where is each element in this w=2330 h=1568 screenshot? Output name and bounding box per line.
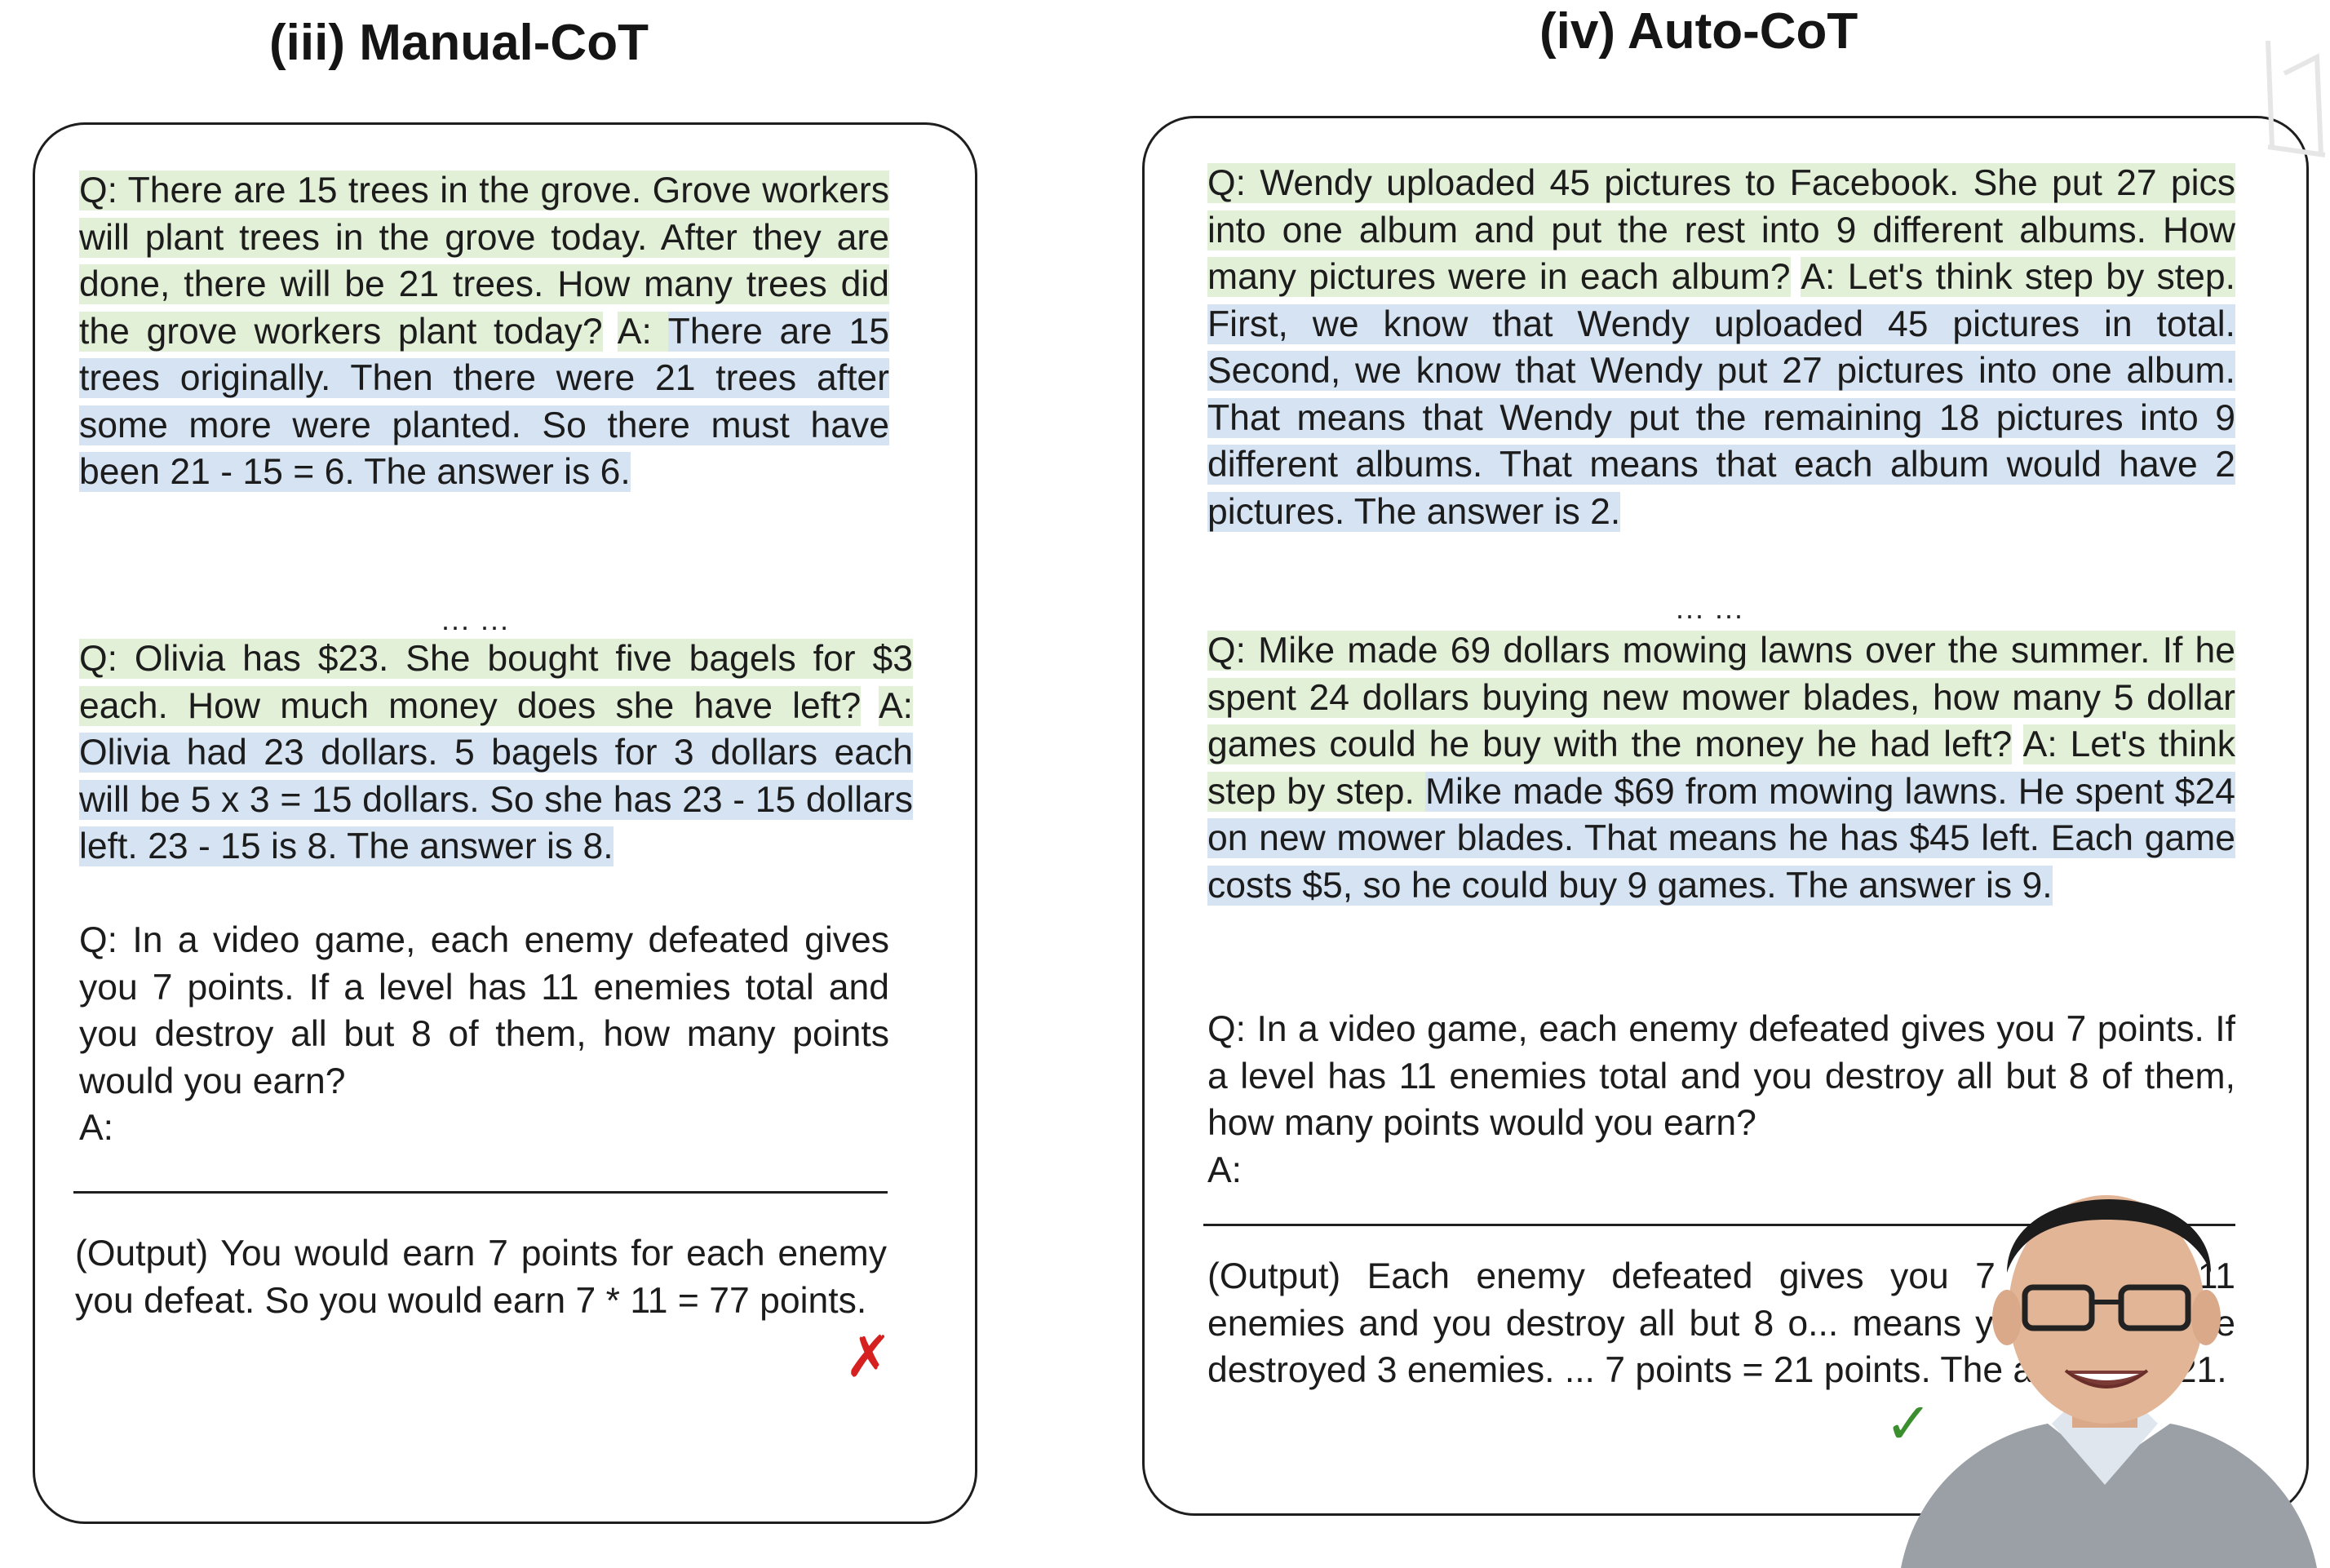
test-question-text: Q: In a video game, each enemy defeated …	[79, 920, 889, 1101]
auto-cot-example-2: Q: Mike made 69 dollars mowing lawns ove…	[1207, 627, 2235, 909]
watermark-logo-icon	[2266, 40, 2326, 157]
example-question: Q: Olivia has $23. She bought five bagel…	[79, 639, 913, 726]
presenter-webcam-overlay	[1885, 1142, 2330, 1568]
test-answer-prefix: A:	[79, 1108, 114, 1148]
test-answer-prefix: A:	[1207, 1149, 1243, 1190]
auto-cot-example-1: Q: Wendy uploaded 45 pictures to Faceboo…	[1207, 160, 2235, 535]
answer-prefix: A:	[878, 685, 913, 726]
output-divider	[73, 1191, 888, 1194]
presenter-avatar-icon	[1901, 1195, 2317, 1568]
omission-ellipsis: ... ...	[1676, 591, 1745, 625]
manual-cot-example-1: Q: There are 15 trees in the grove. Grov…	[79, 167, 889, 496]
wrong-mark-icon: ✗	[844, 1325, 893, 1389]
manual-cot-example-2: Q: Olivia has $23. She bought five bagel…	[79, 636, 913, 870]
example-rationale: First, we know that Wendy uploaded 45 pi…	[1207, 303, 2235, 532]
omission-ellipsis: ... ...	[441, 603, 511, 636]
auto-cot-title: (iv) Auto-CoT	[1539, 3, 1858, 60]
example-rationale: Olivia had 23 dollars. 5 bagels for 3 do…	[79, 733, 913, 866]
answer-prefix: A:	[617, 311, 668, 352]
manual-cot-test-question: Q: In a video game, each enemy defeated …	[79, 917, 889, 1152]
test-question-text: Q: In a video game, each enemy defeated …	[1207, 1009, 2235, 1143]
answer-prefix: A: Let's think step by step.	[1801, 257, 2235, 297]
manual-cot-title: (iii) Manual-CoT	[269, 15, 649, 71]
manual-cot-output: (Output) You would earn 7 points for eac…	[75, 1234, 887, 1321]
